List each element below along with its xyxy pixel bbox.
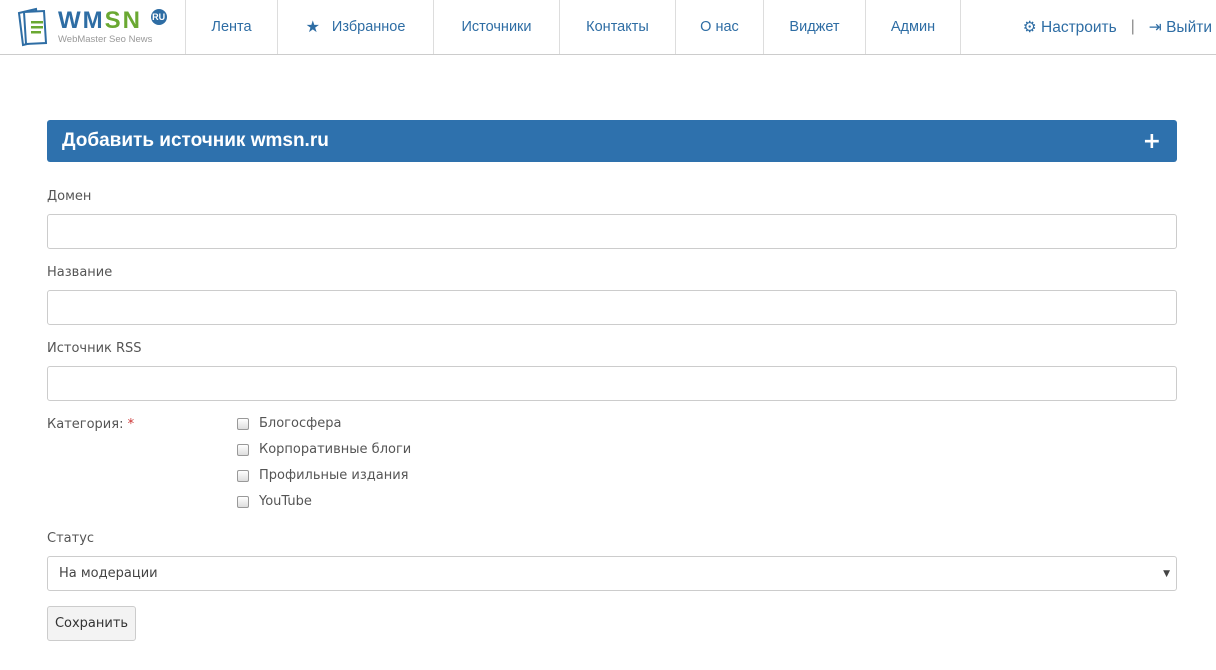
category-checkbox-profile-media[interactable]: Профильные издания — [237, 468, 409, 483]
nav-feed[interactable]: Лента — [186, 0, 278, 54]
checkbox-icon[interactable] — [237, 469, 249, 482]
nav-contacts[interactable]: Контакты — [560, 0, 676, 54]
checkbox-icon[interactable] — [237, 495, 249, 508]
settings-label: Настроить — [1041, 18, 1117, 36]
nav-favorites-label: Избранное — [331, 19, 406, 35]
chevron-down-icon: ▼ — [1163, 568, 1170, 579]
settings-link[interactable]: ⚙ Настроить — [1023, 18, 1117, 37]
category-label: Категория: * — [47, 417, 134, 432]
logo-icon — [17, 7, 48, 47]
domain-label: Домен — [47, 189, 92, 204]
logo[interactable]: WMSN RU WebMaster Seo News — [0, 0, 186, 54]
add-source-panel-header[interactable]: Добавить источник wmsn.ru + — [47, 120, 1177, 162]
logout-link[interactable]: ⇥ Выйти — [1149, 18, 1212, 37]
status-label: Статус — [47, 531, 95, 546]
top-nav: WMSN RU WebMaster Seo News Лента ★ Избран… — [0, 0, 1216, 55]
checkbox-label: Корпоративные блоги — [259, 442, 412, 457]
nav-widget[interactable]: Виджет — [764, 0, 866, 54]
checkbox-label: Блогосфера — [259, 416, 342, 431]
checkbox-icon[interactable] — [237, 443, 249, 456]
checkbox-label: YouTube — [259, 494, 312, 509]
logo-subtitle: WebMaster Seo News — [58, 34, 153, 46]
logo-title: WMSN RU — [58, 7, 167, 35]
domain-input[interactable] — [47, 214, 1177, 249]
nav-sources[interactable]: Источники — [434, 0, 560, 54]
category-checkbox-corporate-blogs[interactable]: Корпоративные блоги — [237, 442, 411, 457]
status-value: На модерации — [59, 566, 158, 581]
separator: | — [1130, 18, 1135, 35]
category-label-text: Категория: — [47, 417, 124, 432]
logo-badge: RU — [150, 9, 167, 26]
gear-icon: ⚙ — [1022, 18, 1037, 36]
nav-favorites[interactable]: ★ Избранное — [278, 0, 434, 54]
nav-about[interactable]: О нас — [676, 0, 764, 54]
category-checkbox-blogosphere[interactable]: Блогосфера — [237, 416, 341, 431]
logout-icon: ⇥ — [1148, 18, 1162, 36]
checkbox-icon[interactable] — [237, 417, 249, 430]
logout-label: Выйти — [1166, 18, 1212, 36]
plus-icon[interactable]: + — [1143, 129, 1161, 154]
checkbox-label: Профильные издания — [259, 468, 409, 483]
category-checkbox-youtube[interactable]: YouTube — [237, 494, 312, 509]
nav-admin[interactable]: Админ — [866, 0, 961, 54]
save-button[interactable]: Сохранить — [47, 606, 136, 641]
name-label: Название — [47, 265, 113, 280]
rss-input[interactable] — [47, 366, 1177, 401]
required-mark: * — [127, 417, 135, 432]
name-input[interactable] — [47, 290, 1177, 325]
panel-title: Добавить источник wmsn.ru — [62, 130, 329, 151]
rss-label: Источник RSS — [47, 341, 142, 356]
star-icon: ★ — [305, 19, 320, 36]
status-select[interactable]: На модерации ▼ — [47, 556, 1177, 591]
